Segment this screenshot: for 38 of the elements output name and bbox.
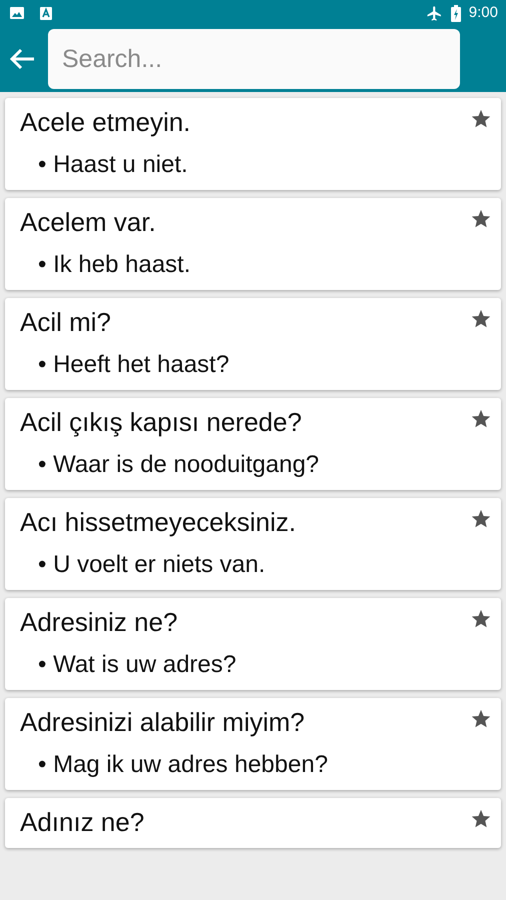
translation-text: • U voelt er niets van. xyxy=(38,550,266,580)
phrase-card[interactable]: Acı hissetmeyeceksiniz. • U voelt er niets van. xyxy=(5,498,501,590)
phrase-text: Adresiniz ne? xyxy=(20,606,179,639)
star-icon[interactable] xyxy=(470,408,492,430)
translation-text: • Wat is uw adres? xyxy=(38,650,236,680)
phrase-card[interactable]: Acil çıkış kapısı nerede? • Waar is de nooduitgang? xyxy=(5,398,501,490)
phrase-card[interactable]: Acele etmeyin. • Haast u niet. xyxy=(5,98,501,190)
status-time: 9:00 xyxy=(468,2,498,23)
phrase-card[interactable]: Adınız ne? xyxy=(5,798,501,848)
search-field[interactable]: Search... xyxy=(48,29,460,89)
text-icon xyxy=(40,6,52,20)
phrase-card[interactable]: Acelem var. • Ik heb haast. xyxy=(5,198,501,290)
phrase-text: Acil mi? xyxy=(20,306,112,339)
back-arrow-icon[interactable] xyxy=(8,47,36,71)
phrase-text: Adınız ne? xyxy=(20,806,146,839)
translation-text: • Waar is de nooduitgang? xyxy=(38,450,320,480)
star-icon[interactable] xyxy=(470,108,492,130)
phrase-text: Acele etmeyin. xyxy=(20,106,192,139)
airplane-icon xyxy=(426,4,443,22)
star-icon[interactable] xyxy=(470,708,492,730)
phrase-card[interactable]: Acil mi? • Heeft het haast? xyxy=(5,298,501,390)
star-icon[interactable] xyxy=(470,208,492,230)
phrase-text: Adresinizi alabilir miyim? xyxy=(20,706,306,739)
phrase-text: Acil çıkış kapısı nerede? xyxy=(20,406,303,439)
phrase-text: Acelem var. xyxy=(20,206,157,239)
phrase-card[interactable]: Adresiniz ne? • Wat is uw adres? xyxy=(5,598,501,690)
battery-charging-icon xyxy=(450,4,461,22)
star-icon[interactable] xyxy=(470,508,492,530)
translation-text: • Ik heb haast. xyxy=(38,250,190,280)
translation-text: • Heeft het haast? xyxy=(38,350,230,380)
star-icon[interactable] xyxy=(470,608,492,630)
phrase-card[interactable]: Adresinizi alabilir miyim? • Mag ik uw adres hebben? xyxy=(5,698,501,790)
translation-text: • Haast u niet. xyxy=(38,150,188,180)
image-icon xyxy=(10,7,24,19)
star-icon[interactable] xyxy=(470,308,492,330)
star-icon[interactable] xyxy=(470,808,492,830)
translation-text: • Mag ik uw adres hebben? xyxy=(38,750,328,780)
phrase-text: Acı hissetmeyeceksiniz. xyxy=(20,506,297,539)
